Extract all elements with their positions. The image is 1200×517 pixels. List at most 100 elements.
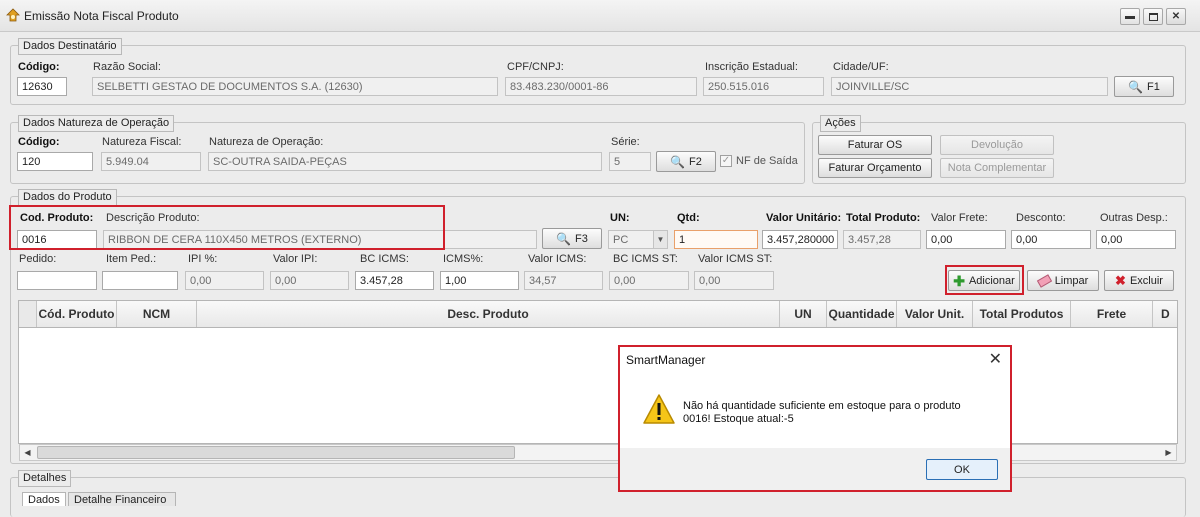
inscricao-estadual-label: Inscrição Estadual:: [705, 61, 798, 73]
f3-label: F3: [575, 232, 588, 245]
message-dialog: SmartManager ✕ Não há quantidade suficie…: [618, 345, 1012, 492]
column-header-total-produtos[interactable]: Total Produtos: [973, 301, 1071, 327]
faturar-os-button[interactable]: Faturar OS: [818, 135, 932, 155]
cidade-uf-input[interactable]: JOINVILLE/SC: [831, 77, 1108, 96]
dialog-title: SmartManager: [626, 353, 706, 367]
icms-percent-label: ICMS%:: [443, 253, 484, 265]
products-grid-header: Cód. Produto NCM Desc. Produto UN Quanti…: [18, 300, 1178, 328]
tab-detalhe-financeiro[interactable]: Detalhe Financeiro: [68, 492, 176, 506]
pedido-label: Pedido:: [19, 253, 57, 265]
nf-saida-checkbox[interactable]: ✓: [720, 155, 732, 167]
inscricao-estadual-input[interactable]: 250.515.016: [703, 77, 824, 96]
f2-search-button[interactable]: 🔍 F2: [656, 151, 716, 172]
codigo-destinatario-input[interactable]: 12630: [17, 77, 67, 96]
total-produto-input[interactable]: 3.457,28: [843, 230, 921, 249]
scroll-left-icon[interactable]: ◀: [20, 445, 35, 460]
limpar-label: Limpar: [1054, 274, 1089, 287]
valor-icms-label: Valor ICMS:: [528, 253, 587, 265]
search-icon: 🔍: [670, 154, 686, 169]
valor-icms-st-input[interactable]: 0,00: [694, 271, 774, 290]
column-header-ncm[interactable]: NCM: [117, 301, 197, 327]
column-header-cod-produto[interactable]: Cód. Produto: [37, 301, 117, 327]
highlight-adicionar-box: [945, 265, 1024, 295]
bc-icms-st-input[interactable]: 0,00: [609, 271, 689, 290]
title-bar: Emissão Nota Fiscal Produto ▬ ✕: [0, 0, 1200, 32]
serie-input[interactable]: 5: [609, 152, 651, 171]
ipi-input[interactable]: 0,00: [185, 271, 264, 290]
codigo-natureza-input[interactable]: 120: [17, 152, 93, 171]
f1-search-button[interactable]: 🔍 F1: [1114, 76, 1174, 97]
excluir-button[interactable]: ✖ Excluir: [1104, 270, 1174, 291]
dialog-message-line2: 0016! Estoque atual:-5: [683, 413, 794, 425]
valor-icms-st-label: Valor ICMS ST:: [698, 253, 773, 265]
dialog-close-icon[interactable]: ✕: [989, 349, 1002, 369]
scrollbar-thumb[interactable]: [37, 446, 515, 459]
natureza-operacao-input[interactable]: SC-OUTRA SAIDA-PEÇAS: [208, 152, 602, 171]
dialog-message-line1: Não há quantidade suficiente em estoque …: [683, 400, 961, 412]
scroll-right-icon[interactable]: ▶: [1161, 445, 1176, 460]
ok-button[interactable]: OK: [926, 459, 998, 480]
razao-social-label: Razão Social:: [93, 61, 161, 73]
un-select[interactable]: PC ▼: [608, 230, 668, 249]
column-header-d[interactable]: D: [1153, 301, 1177, 327]
group-title: Ações: [820, 115, 861, 132]
item-ped-input[interactable]: [102, 271, 178, 290]
un-label: UN:: [610, 212, 630, 224]
bc-icms-label: BC ICMS:: [360, 253, 409, 265]
f1-label: F1: [1147, 80, 1160, 93]
group-title: Dados do Produto: [18, 189, 117, 206]
chevron-down-icon[interactable]: ▼: [653, 231, 667, 248]
dialog-message: Não há quantidade suficiente em estoque …: [683, 400, 961, 426]
faturar-orcamento-button[interactable]: Faturar Orçamento: [818, 158, 932, 178]
bc-icms-input[interactable]: 3.457,28: [355, 271, 434, 290]
column-header-un[interactable]: UN: [780, 301, 827, 327]
search-icon: 🔍: [1128, 79, 1144, 94]
group-title: Detalhes: [18, 470, 72, 487]
pedido-input[interactable]: [17, 271, 97, 290]
column-header-valor-unit[interactable]: Valor Unit.: [897, 301, 973, 327]
column-header-desc-produto[interactable]: Desc. Produto: [197, 301, 780, 327]
maximize-button[interactable]: [1143, 8, 1163, 25]
nf-saida-label: NF de Saída: [736, 155, 798, 167]
f2-label: F2: [689, 155, 702, 168]
ipi-label: IPI %:: [188, 253, 218, 265]
desconto-label: Desconto:: [1016, 212, 1066, 224]
valor-frete-input[interactable]: 0,00: [926, 230, 1006, 249]
valor-unitario-input[interactable]: 3.457,280000: [762, 230, 838, 249]
search-icon: 🔍: [556, 231, 572, 246]
app-icon: [6, 8, 20, 22]
natureza-fiscal-input[interactable]: 5.949.04: [101, 152, 201, 171]
cpf-cnpj-input[interactable]: 83.483.230/0001-86: [505, 77, 697, 96]
razao-social-input[interactable]: SELBETTI GESTAO DE DOCUMENTOS S.A. (1263…: [92, 77, 498, 96]
outras-desp-input[interactable]: 0,00: [1096, 230, 1176, 249]
un-value: PC: [613, 234, 629, 246]
highlight-produto-box: [9, 205, 445, 250]
valor-ipi-input[interactable]: 0,00: [270, 271, 349, 290]
f3-search-button[interactable]: 🔍 F3: [542, 228, 602, 249]
minimize-button[interactable]: ▬: [1120, 8, 1140, 25]
dialog-footer: OK: [620, 448, 1010, 490]
desconto-input[interactable]: 0,00: [1011, 230, 1091, 249]
valor-ipi-label: Valor IPI:: [273, 253, 318, 265]
icms-percent-input[interactable]: 1,00: [440, 271, 519, 290]
nota-complementar-button[interactable]: Nota Complementar: [940, 158, 1054, 178]
natureza-fiscal-label: Natureza Fiscal:: [102, 136, 182, 148]
valor-frete-label: Valor Frete:: [931, 212, 988, 224]
bc-icms-st-label: BC ICMS ST:: [613, 253, 678, 265]
close-button[interactable]: ✕: [1166, 8, 1186, 25]
delete-icon: ✖: [1115, 272, 1126, 288]
cidade-uf-label: Cidade/UF:: [833, 61, 889, 73]
qtd-input[interactable]: 1: [674, 230, 758, 249]
column-header-frete[interactable]: Frete: [1071, 301, 1153, 327]
group-title: Dados Destinatário: [18, 38, 122, 55]
codigo-label: Código:: [18, 61, 60, 73]
devolucao-button[interactable]: Devolução: [940, 135, 1054, 155]
limpar-button[interactable]: Limpar: [1027, 270, 1099, 291]
tab-dados[interactable]: Dados: [22, 492, 66, 506]
column-header-quantidade[interactable]: Quantidade: [827, 301, 897, 327]
valor-icms-input[interactable]: 34,57: [524, 271, 603, 290]
item-ped-label: Item Ped.:: [106, 253, 157, 265]
qtd-label: Qtd:: [677, 212, 700, 224]
outras-desp-label: Outras Desp.:: [1100, 212, 1168, 224]
close-icon: ✕: [1171, 11, 1181, 22]
